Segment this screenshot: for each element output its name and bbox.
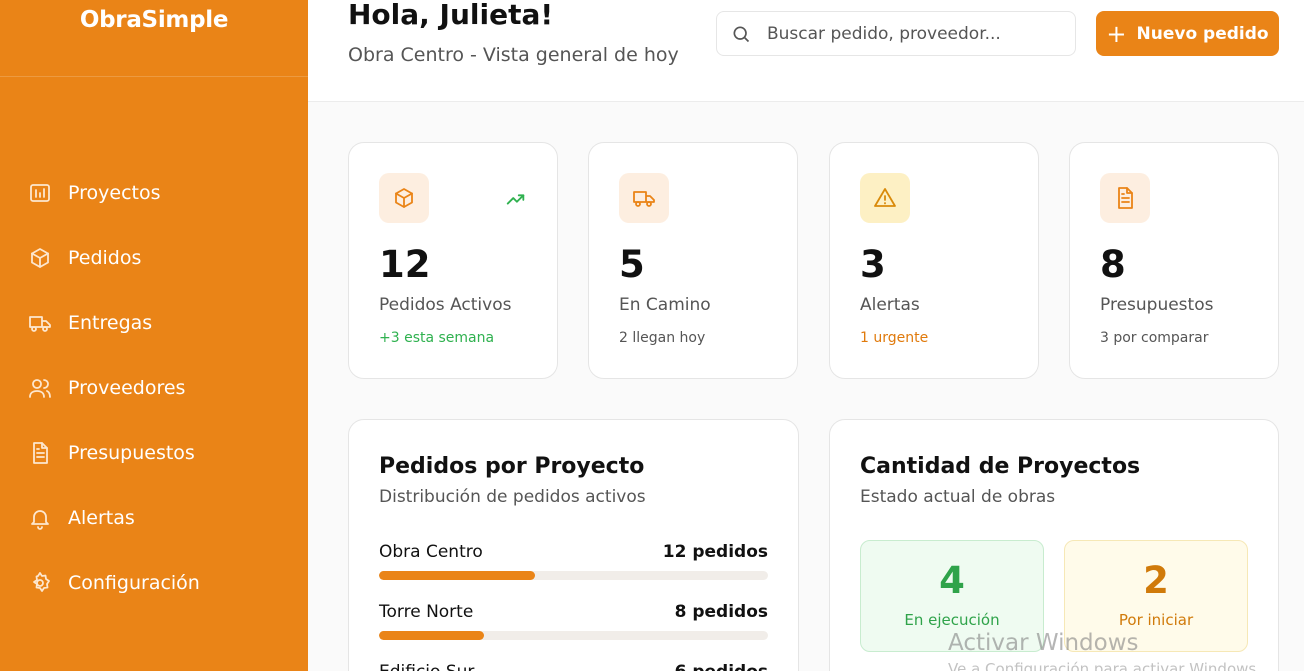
progress-track xyxy=(379,631,768,640)
stat-note: 1 urgente xyxy=(860,330,929,346)
sidebar-item-proyectos[interactable]: Proyectos xyxy=(0,160,308,225)
sidebar-item-pedidos[interactable]: Pedidos xyxy=(0,225,308,290)
new-order-label: Nuevo pedido xyxy=(1136,23,1269,44)
panel-title: Cantidad de Proyectos xyxy=(860,454,1141,479)
status-value: 4 xyxy=(939,559,965,602)
top-header: Hola, Julieta! Obra Centro - Vista gener… xyxy=(308,0,1304,102)
progress-track xyxy=(379,571,768,580)
stat-icon-box xyxy=(619,173,669,223)
new-order-button[interactable]: + Nuevo pedido xyxy=(1096,11,1279,56)
project-count: 12 pedidos xyxy=(662,542,768,562)
search-box[interactable] xyxy=(716,11,1076,56)
progress-fill xyxy=(379,571,535,580)
truck-icon xyxy=(29,315,51,332)
sidebar-item-label: Configuración xyxy=(68,571,200,594)
sidebar: ObraSimple Proyectos Pedidos Entregas Pr… xyxy=(0,0,308,671)
stat-value: 8 xyxy=(1100,243,1126,286)
sidebar-item-label: Proveedores xyxy=(68,376,186,399)
sidebar-item-label: Proyectos xyxy=(68,181,161,204)
brand-logo-text[interactable]: ObraSimple xyxy=(80,7,229,33)
stat-label: Presupuestos xyxy=(1100,295,1214,315)
panel-subtitle: Estado actual de obras xyxy=(860,487,1056,507)
stat-note: +3 esta semana xyxy=(379,330,495,346)
plus-icon: + xyxy=(1106,19,1127,48)
sidebar-item-alertas[interactable]: Alertas xyxy=(0,485,308,550)
stat-icon-box xyxy=(379,173,429,223)
page-title: Hola, Julieta! xyxy=(348,0,554,31)
warning-icon xyxy=(874,188,896,207)
project-name: Torre Norte xyxy=(379,602,474,622)
windows-watermark: Activar Windows xyxy=(948,630,1139,656)
gear-icon xyxy=(33,571,50,592)
sidebar-item-proveedores[interactable]: Proveedores xyxy=(0,355,308,420)
document-icon xyxy=(33,441,48,464)
search-icon xyxy=(733,26,750,42)
stat-card-budgets[interactable]: 8 Presupuestos 3 por comparar xyxy=(1069,142,1279,379)
stat-value: 5 xyxy=(619,243,645,286)
panel-subtitle: Distribución de pedidos activos xyxy=(379,487,646,507)
orders-by-project-panel: Pedidos por Proyecto Distribución de ped… xyxy=(348,419,799,671)
project-name: Obra Centro xyxy=(379,542,483,562)
stat-card-in-transit[interactable]: 5 En Camino 2 llegan hoy xyxy=(588,142,798,379)
stat-label: Alertas xyxy=(860,295,920,315)
project-name: Edificio Sur xyxy=(379,662,474,671)
status-label: Por iniciar xyxy=(1118,611,1194,629)
stat-note: 2 llegan hoy xyxy=(619,330,706,346)
panel-title: Pedidos por Proyecto xyxy=(379,454,645,479)
truck-icon xyxy=(633,191,655,207)
sidebar-item-entregas[interactable]: Entregas xyxy=(0,290,308,355)
progress-fill xyxy=(379,631,485,640)
box-icon xyxy=(395,188,413,208)
sidebar-item-label: Pedidos xyxy=(68,246,142,269)
project-count: 8 pedidos xyxy=(674,602,768,622)
status-value: 2 xyxy=(1143,559,1169,602)
stat-value: 3 xyxy=(860,243,886,286)
status-label: En ejecución xyxy=(904,611,1000,629)
chart-icon xyxy=(30,183,50,202)
stat-note: 3 por comparar xyxy=(1100,330,1209,346)
brand-header: ObraSimple xyxy=(0,0,308,77)
sidebar-item-label: Alertas xyxy=(68,506,135,529)
search-input[interactable] xyxy=(767,23,1057,44)
sidebar-nav: Proyectos Pedidos Entregas Proveedores P… xyxy=(0,160,308,615)
sidebar-item-presupuestos[interactable]: Presupuestos xyxy=(0,420,308,485)
users-icon xyxy=(29,378,51,398)
stat-icon-box xyxy=(1100,173,1150,223)
box-icon xyxy=(31,247,49,268)
stat-value: 12 xyxy=(379,243,431,286)
stat-icon-box xyxy=(860,173,910,223)
document-icon xyxy=(1118,187,1133,209)
bell-icon xyxy=(31,509,49,530)
project-count: 6 pedidos xyxy=(675,662,768,671)
page-subtitle: Obra Centro - Vista general de hoy xyxy=(348,44,679,66)
stat-card-alerts[interactable]: 3 Alertas 1 urgente xyxy=(829,142,1039,379)
sidebar-item-label: Presupuestos xyxy=(68,441,195,464)
trending-up-icon xyxy=(506,194,525,205)
stat-label: En Camino xyxy=(619,295,711,315)
stat-label: Pedidos Activos xyxy=(379,295,512,315)
sidebar-item-configuracion[interactable]: Configuración xyxy=(0,550,308,615)
windows-watermark-sub: Ve a Configuración para activar Windows. xyxy=(948,660,1261,671)
stat-card-active-orders[interactable]: 12 Pedidos Activos +3 esta semana xyxy=(348,142,558,379)
sidebar-item-label: Entregas xyxy=(68,311,153,334)
